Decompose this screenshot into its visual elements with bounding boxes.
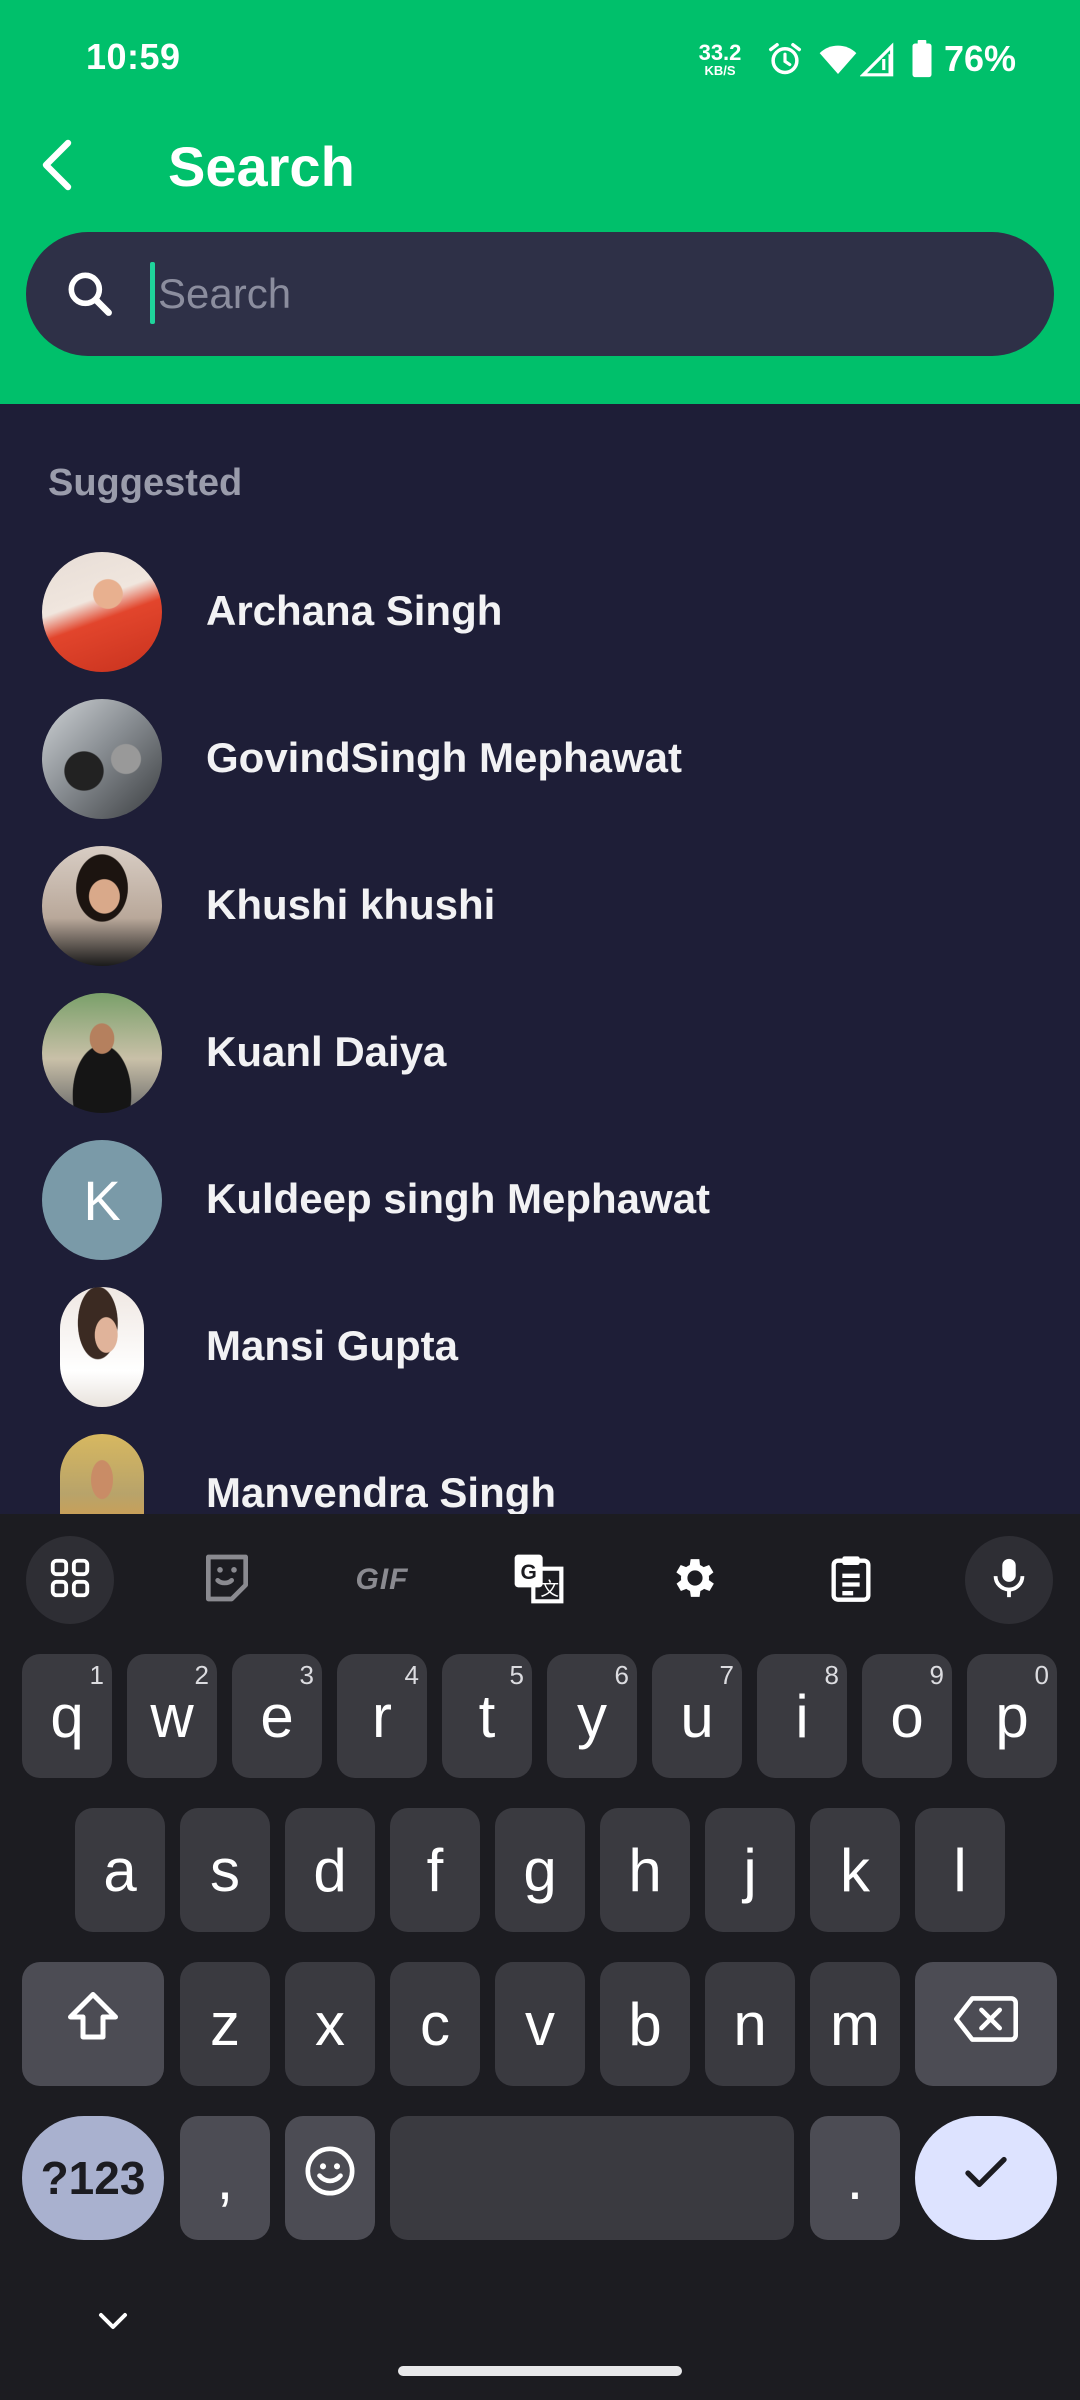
- suggested-list: Archana Singh GovindSingh Mephawat Khush…: [0, 544, 1080, 1514]
- key-x[interactable]: x: [285, 1962, 375, 2086]
- svg-text:文: 文: [540, 1578, 559, 1599]
- contact-row[interactable]: Manvendra Singh: [0, 1426, 1080, 1514]
- contact-row[interactable]: Khushi khushi: [0, 838, 1080, 985]
- contact-name: Kuldeep singh Mephawat: [206, 1175, 711, 1222]
- page-title: Search: [168, 135, 355, 198]
- contact-row[interactable]: K Kuldeep singh Mephawat: [0, 1132, 1080, 1279]
- voice-input-button[interactable]: [965, 1536, 1053, 1624]
- comma-key[interactable]: ,: [180, 2116, 270, 2240]
- app-header: 10:59 33.2 KB/S 76% Search: [0, 0, 1080, 404]
- avatar: [42, 552, 162, 672]
- gesture-navigation-bar[interactable]: [398, 2366, 682, 2376]
- key-o[interactable]: o9: [862, 1654, 952, 1778]
- key-w[interactable]: w2: [127, 1654, 217, 1778]
- contact-name: Archana Singh: [206, 587, 503, 634]
- contact-row[interactable]: Mansi Gupta: [0, 1279, 1080, 1426]
- key-v[interactable]: v: [495, 1962, 585, 2086]
- contact-name: Manvendra Singh: [206, 1469, 557, 1514]
- period-key[interactable]: .: [810, 2116, 900, 2240]
- key-l[interactable]: l: [915, 1808, 1005, 1932]
- backspace-icon: [954, 1990, 1018, 2059]
- signal-icon: [859, 40, 898, 83]
- key-f[interactable]: f: [390, 1808, 480, 1932]
- avatar: [42, 846, 162, 966]
- backspace-key[interactable]: [915, 1962, 1057, 2086]
- clipboard-button[interactable]: [807, 1536, 895, 1624]
- key-n[interactable]: n: [705, 1962, 795, 2086]
- battery-icon: [910, 40, 934, 83]
- key-z[interactable]: z: [180, 1962, 270, 2086]
- wifi-icon: [818, 40, 858, 83]
- key-u[interactable]: u7: [652, 1654, 742, 1778]
- key-h[interactable]: h: [600, 1808, 690, 1932]
- arrow-back-icon: [38, 139, 78, 196]
- alarm-icon: [766, 40, 804, 83]
- key-a[interactable]: a: [75, 1808, 165, 1932]
- sticker-icon: [199, 1550, 255, 1611]
- gif-button[interactable]: GIF: [338, 1536, 426, 1624]
- contact-name: Mansi Gupta: [206, 1322, 459, 1369]
- avatar: [60, 1434, 144, 1514]
- on-screen-keyboard: GIF G文 q1 w2 e3 r4 t5 y6 u7 i8 o9 p0 a s…: [0, 1514, 1080, 2400]
- translate-icon: G文: [510, 1550, 566, 1611]
- key-r[interactable]: r4: [337, 1654, 427, 1778]
- status-bar: 10:59 33.2 KB/S 76%: [0, 0, 1080, 120]
- network-speed-value: 33.2: [698, 40, 742, 65]
- emoji-key[interactable]: [285, 2116, 375, 2240]
- network-speed: 33.2 KB/S: [690, 40, 750, 78]
- key-i[interactable]: i8: [757, 1654, 847, 1778]
- key-d[interactable]: d: [285, 1808, 375, 1932]
- key-j[interactable]: j: [705, 1808, 795, 1932]
- key-k[interactable]: k: [810, 1808, 900, 1932]
- key-m[interactable]: m: [810, 1962, 900, 2086]
- chevron-down-icon: [97, 2310, 129, 2337]
- avatar: [42, 699, 162, 819]
- settings-button[interactable]: [651, 1536, 739, 1624]
- hide-keyboard-button[interactable]: [90, 2300, 136, 2346]
- key-p[interactable]: p0: [967, 1654, 1057, 1778]
- back-button[interactable]: [30, 132, 86, 202]
- key-b[interactable]: b: [600, 1962, 690, 2086]
- suggested-heading: Suggested: [48, 462, 243, 504]
- key-g[interactable]: g: [495, 1808, 585, 1932]
- avatar: [42, 993, 162, 1113]
- microphone-icon: [986, 1555, 1032, 1606]
- apps-grid-button[interactable]: [26, 1536, 114, 1624]
- status-time: 10:59: [86, 36, 181, 77]
- avatar: [60, 1287, 144, 1407]
- emoji-icon: [302, 2143, 358, 2213]
- contact-row[interactable]: Kuanl Daiya: [0, 985, 1080, 1132]
- grid-icon: [47, 1555, 93, 1606]
- key-q[interactable]: q1: [22, 1654, 112, 1778]
- search-icon: [62, 266, 118, 327]
- contact-name: Khushi khushi: [206, 881, 496, 928]
- checkmark-icon: [959, 2144, 1013, 2213]
- key-c[interactable]: c: [390, 1962, 480, 2086]
- contact-row[interactable]: GovindSingh Mephawat: [0, 691, 1080, 838]
- gear-icon: [669, 1552, 721, 1609]
- network-speed-unit: KB/S: [704, 63, 736, 78]
- search-bar[interactable]: [26, 232, 1054, 356]
- sticker-button[interactable]: [183, 1536, 271, 1624]
- search-input[interactable]: [154, 256, 1022, 332]
- enter-key[interactable]: [915, 2116, 1057, 2240]
- contact-row[interactable]: Archana Singh: [0, 544, 1080, 691]
- translate-button[interactable]: G文: [494, 1536, 582, 1624]
- shift-key[interactable]: [22, 1962, 164, 2086]
- gif-label: GIF: [355, 1563, 409, 1596]
- contact-name: Kuanl Daiya: [206, 1028, 447, 1075]
- shift-icon: [63, 1987, 123, 2061]
- space-key[interactable]: [390, 2116, 794, 2240]
- svg-text:G: G: [521, 1561, 537, 1584]
- avatar: K: [42, 1140, 162, 1260]
- contact-name: GovindSingh Mephawat: [206, 734, 683, 781]
- symbols-key[interactable]: ?123: [22, 2116, 164, 2240]
- clipboard-icon: [825, 1552, 877, 1609]
- battery-percent: 76%: [944, 38, 1017, 79]
- key-y[interactable]: y6: [547, 1654, 637, 1778]
- key-s[interactable]: s: [180, 1808, 270, 1932]
- key-e[interactable]: e3: [232, 1654, 322, 1778]
- key-t[interactable]: t5: [442, 1654, 532, 1778]
